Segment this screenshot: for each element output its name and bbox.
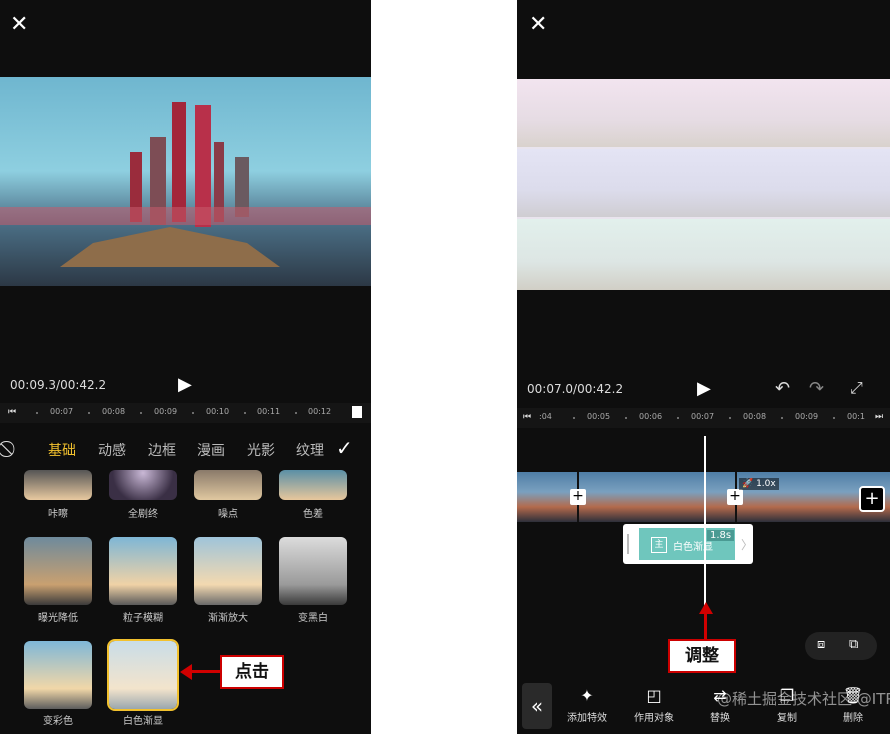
- toolbar-label: 复制: [777, 713, 797, 724]
- effect-thumb-white-fade-in[interactable]: [107, 639, 179, 711]
- skip-start-icon[interactable]: ⏮: [523, 412, 531, 422]
- watermark: @稀土掘金技术社区 @ITPUB博客: [717, 690, 890, 708]
- video-preview: [0, 77, 371, 286]
- effect-thumb-zoom-in[interactable]: [194, 537, 262, 605]
- tab-texture[interactable]: 纹理: [296, 440, 324, 460]
- playhead-line[interactable]: [704, 436, 706, 606]
- fullscreen-icon[interactable]: ⤢: [850, 378, 863, 398]
- tab-comic[interactable]: 漫画: [197, 440, 225, 460]
- ruler-tick: 00:08: [102, 407, 126, 416]
- effect-label: 粒子模糊: [123, 613, 163, 624]
- trim-handle-left[interactable]: [627, 534, 629, 554]
- tab-basic[interactable]: 基础: [48, 440, 76, 460]
- skip-end-icon[interactable]: ⏭: [875, 412, 883, 422]
- ruler-tick: 00:12: [308, 407, 332, 416]
- toolbar-label: 作用对象: [634, 713, 674, 724]
- effect-thumb-ending[interactable]: [109, 470, 177, 500]
- effect-label: 变黑白: [298, 613, 328, 624]
- effect-thumb-kacha[interactable]: [24, 470, 92, 500]
- effect-label: 咔嚓: [48, 509, 68, 520]
- add-clip-button[interactable]: +: [859, 486, 885, 512]
- annotation-arrowhead: [180, 664, 192, 680]
- add-transition-button[interactable]: +: [727, 489, 743, 505]
- toolbar-add-effect[interactable]: ✦ 添加特效: [557, 686, 617, 724]
- sparkle-icon: ✦: [580, 686, 594, 705]
- effect-label: 全剧终: [128, 509, 158, 520]
- skip-start-icon[interactable]: ⏮: [8, 407, 16, 417]
- ruler-tick: 00:06: [639, 412, 663, 421]
- effect-label: 渐渐放大: [208, 613, 248, 624]
- ruler-tick: 00:08: [743, 412, 767, 421]
- back-chevron-icon[interactable]: «: [522, 683, 552, 729]
- close-icon[interactable]: ✕: [529, 14, 547, 36]
- effect-label: 曝光降低: [38, 613, 78, 624]
- close-icon[interactable]: ✕: [10, 14, 28, 36]
- left-phone-screen: ✕ 00:09.3/00:42.2 ▶ ⏮ 00:07 00:08 00:09 …: [0, 0, 371, 734]
- tab-dynamic[interactable]: 动感: [98, 440, 126, 460]
- playhead-marker: [352, 406, 362, 418]
- video-preview: [517, 79, 890, 290]
- toolbar-apply-target[interactable]: ◰ 作用对象: [624, 686, 684, 724]
- speed-badge-text: 1.0x: [756, 479, 776, 489]
- annotation-arrow: [704, 612, 707, 640]
- keyframe-controls: ⧈ ⧉: [805, 632, 877, 660]
- effect-label: 噪点: [218, 509, 238, 520]
- redo-icon[interactable]: ↷: [809, 378, 824, 399]
- annotation-callout: 调整: [668, 639, 736, 673]
- time-ruler[interactable]: ⏮ 00:07 00:08 00:09 00:10 00:11 00:12: [0, 403, 371, 423]
- right-phone-screen: ✕ 00:07.0/00:42.2 ▶ ↶ ↷ ⤢ ⏮ :04 00:05 00…: [517, 0, 890, 734]
- ruler-tick: 00:05: [587, 412, 611, 421]
- effect-duration: 1.8s: [707, 530, 735, 541]
- ruler-tick: 00:1: [847, 412, 865, 421]
- effect-thumb-exposure-down[interactable]: [24, 537, 92, 605]
- ruler-tick: 00:10: [206, 407, 230, 416]
- speed-badge: 🚀 1.0x: [739, 478, 779, 490]
- play-icon[interactable]: ▶: [178, 374, 192, 395]
- effect-thumb-particle-blur[interactable]: [109, 537, 177, 605]
- effect-label-selected: 白色渐显: [123, 716, 163, 727]
- toolbar-label: 替换: [710, 713, 730, 724]
- ruler-tick: 00:09: [795, 412, 819, 421]
- ruler-tick: :04: [539, 412, 552, 421]
- tab-border[interactable]: 边框: [148, 440, 176, 460]
- playback-time: 00:09.3/00:42.2: [10, 378, 107, 392]
- effect-thumb-noise[interactable]: [194, 470, 262, 500]
- ruler-tick: 00:11: [257, 407, 281, 416]
- time-ruler[interactable]: ⏮ :04 00:05 00:06 00:07 00:08 00:09 00:1…: [517, 408, 890, 428]
- toolbar-label: 添加特效: [567, 713, 607, 724]
- playback-time: 00:07.0/00:42.2: [527, 382, 624, 396]
- trim-handle-right[interactable]: 〉: [741, 536, 753, 553]
- play-icon[interactable]: ▶: [697, 378, 711, 399]
- ruler-tick: 00:09: [154, 407, 178, 416]
- tab-light[interactable]: 光影: [247, 440, 275, 460]
- effect-label: 色差: [303, 509, 323, 520]
- effect-thumb-chromatic[interactable]: [279, 470, 347, 500]
- effect-clip[interactable]: 主 白色渐显 1.8s 〉: [623, 524, 753, 564]
- add-transition-button[interactable]: +: [570, 489, 586, 505]
- ruler-tick: 00:07: [50, 407, 74, 416]
- annotation-callout: 点击: [220, 655, 284, 689]
- effect-thumb-to-color[interactable]: [24, 641, 92, 709]
- cursor-box-icon: ◰: [646, 686, 662, 705]
- toolbar-label: 删除: [843, 713, 863, 724]
- crop-icon[interactable]: ⧉: [849, 637, 858, 652]
- confirm-check-icon[interactable]: ✓: [336, 436, 353, 460]
- effect-label: 变彩色: [43, 716, 73, 727]
- undo-icon[interactable]: ↶: [775, 378, 790, 399]
- split-icon[interactable]: ⧈: [817, 637, 825, 652]
- effect-thumb-black-white[interactable]: [279, 537, 347, 605]
- effect-icon: 主: [651, 537, 667, 553]
- ruler-tick: 00:07: [691, 412, 715, 421]
